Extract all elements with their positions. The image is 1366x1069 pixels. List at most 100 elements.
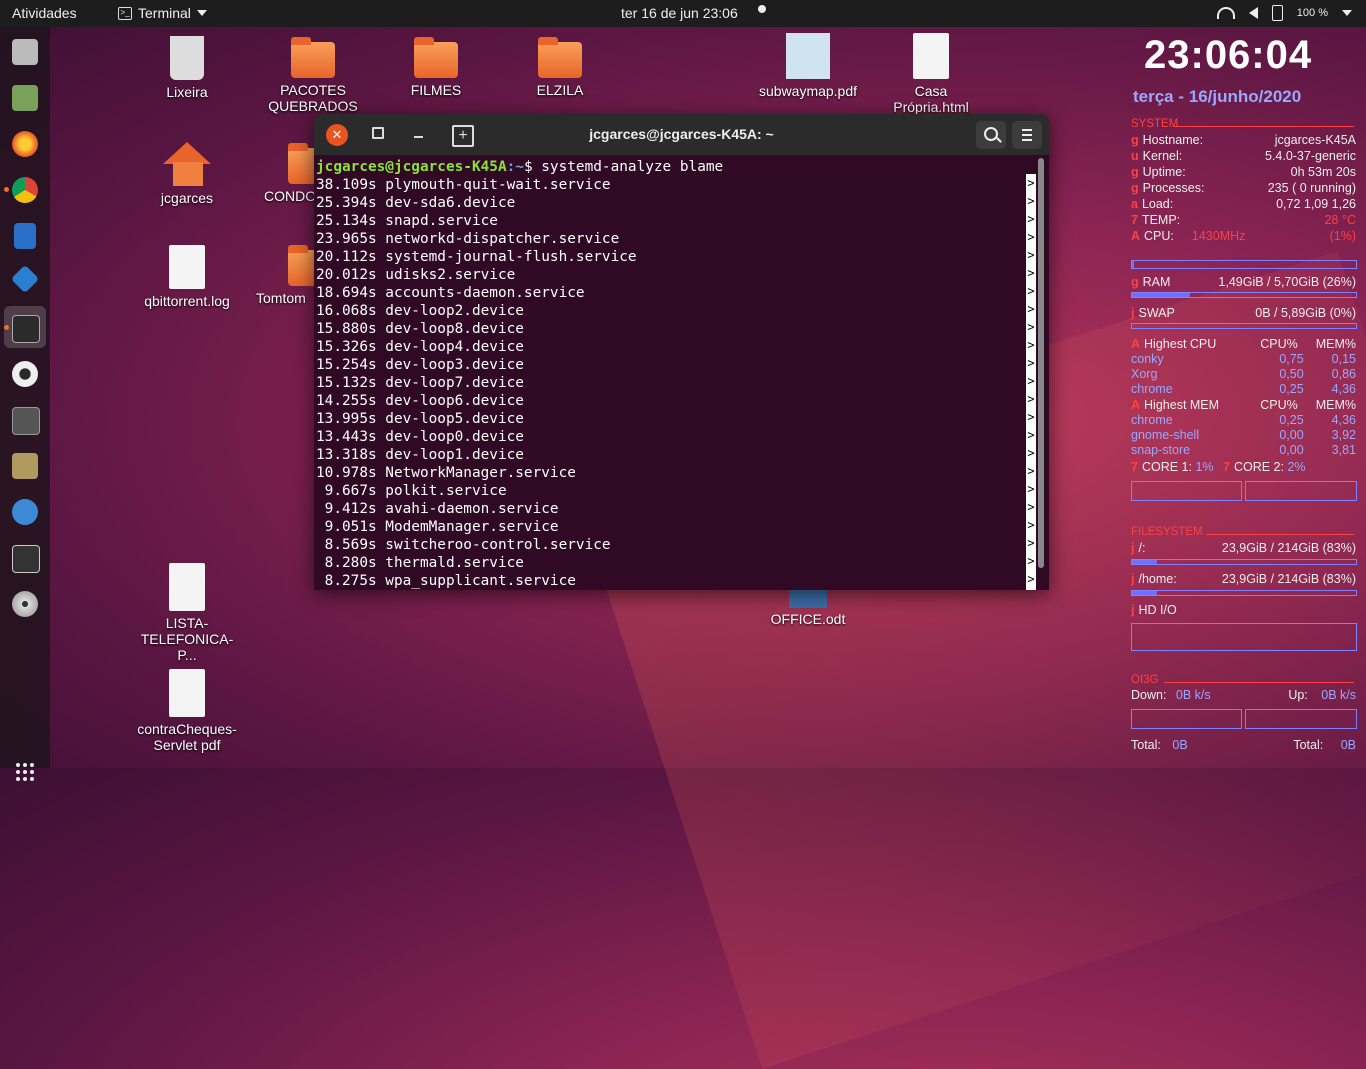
desktop-icon-filmes[interactable]: FILMES — [381, 37, 491, 98]
row-cpu: A CPU: 1430MHz (1%) — [1131, 229, 1356, 243]
prompt-path: :~ — [506, 159, 524, 175]
desktop-icon-label: contraCheques-Servlet pdf — [137, 721, 237, 753]
window-title: jcgarces@jcgarces-K45A: ~ — [589, 126, 774, 142]
firefox-icon[interactable] — [12, 131, 38, 157]
output-line: 20.112s systemd-journal-flush.service — [316, 249, 637, 265]
chevron-down-icon — [196, 10, 207, 16]
output-lines: 38.109s plymouth-quit-wait.service 25.39… — [316, 177, 637, 589]
row-highest-mem-header: A Highest MEM CPU% MEM% — [1131, 398, 1356, 412]
output-line: 8.275s wpa_supplicant.service — [316, 573, 576, 589]
output-line: 23.965s networkd-dispatcher.service — [316, 231, 620, 247]
row-highest-cpu-header: A Highest CPU CPU% MEM% — [1131, 337, 1356, 351]
output-line: 8.569s switcheroo-control.service — [316, 537, 611, 553]
desktop-icon-contracheques[interactable]: contraCheques-Servlet pdf — [132, 669, 242, 753]
desktop-icon-pacotes[interactable]: PACOTES QUEBRADOS — [258, 37, 368, 114]
output-line: 18.694s accounts-daemon.service — [316, 285, 585, 301]
clock-button[interactable]: ter 16 de jun 23:06 — [621, 5, 738, 21]
battery-icon — [1271, 5, 1283, 21]
desktop-icon-lista-telefonica[interactable]: LISTA-TELEFONICA-P... — [132, 563, 242, 663]
qbittorrent-icon[interactable] — [12, 499, 38, 525]
process-row: gnome-shell 0,00 3,92 — [1131, 428, 1356, 442]
process-row: Xorg 0,50 0,86 — [1131, 367, 1356, 381]
activities-button[interactable]: Atividades — [12, 5, 77, 21]
show-applications-grid-icon[interactable] — [16, 763, 34, 781]
desktop-icon-qbittorrent-log[interactable]: qbittorrent.log — [132, 245, 242, 309]
hd-io-graph — [1131, 623, 1357, 651]
section-network: OI3G — [1131, 674, 1159, 686]
output-line: 16.068s dev-loop2.device — [316, 303, 524, 319]
terminal-icon: >_ — [118, 6, 132, 20]
desktop-icon-subwaymap[interactable]: subwaymap.pdf — [753, 33, 863, 99]
output-line: 10.978s NetworkManager.service — [316, 465, 576, 481]
screenshot-tool-icon[interactable] — [12, 407, 40, 435]
output-line: 9.667s polkit.service — [316, 483, 507, 499]
row-load: a Load: 0,72 1,09 1,26 — [1131, 197, 1356, 211]
row-hostname: g Hostname: jcgarces-K45A — [1131, 133, 1356, 147]
top-bar: Atividades >_ Terminal ter 16 de jun 23:… — [0, 0, 1366, 27]
terminal-dock-icon[interactable] — [12, 315, 40, 343]
prompt-command: $ systemd-analyze blame — [523, 159, 724, 175]
menu-button[interactable] — [1012, 121, 1042, 149]
row-net-total: Total: 0B Total: 0B — [1131, 738, 1356, 752]
disks-icon[interactable] — [12, 85, 38, 111]
chrome-icon[interactable] — [12, 177, 38, 203]
terminal-output[interactable]: jcgarces@jcgarces-K45A:~$ systemd-analyz… — [316, 158, 1028, 590]
desktop-icon-casa-propria[interactable]: Casa Própria.html — [876, 33, 986, 115]
settings-gear-icon[interactable] — [12, 361, 38, 387]
document-icon — [169, 669, 205, 717]
desktop-icon-label: Tomtom — [256, 290, 306, 306]
document-icon — [169, 563, 205, 611]
output-line: 15.880s dev-loop8.device — [316, 321, 524, 337]
system-tray[interactable]: 100 % — [1216, 5, 1352, 21]
desktop-icon-label: CONDO — [264, 188, 317, 204]
truncation-markers: > > > > > > > > > > > > > > > > > > > > > > > — [1026, 174, 1036, 590]
terminal-window[interactable]: ✕ + jcgarces@jcgarces-K45A: ~ jcgarces@j… — [314, 114, 1049, 590]
search-button[interactable] — [976, 121, 1006, 149]
row-cores: 7 CORE 1: 1% 7 CORE 2: 2% — [1131, 460, 1306, 474]
output-line: 14.255s dev-loop6.device — [316, 393, 524, 409]
notification-dot-icon — [758, 5, 766, 13]
row-home-fs: j/home: 23,9GiB / 214GiB (83%) — [1131, 572, 1356, 586]
row-uptime: g Uptime: 0h 53m 20s — [1131, 165, 1356, 179]
download-graph — [1131, 709, 1242, 729]
volume-icon — [1248, 7, 1258, 19]
archive-manager-icon[interactable] — [12, 453, 38, 479]
desktop-icon-lixeira[interactable]: Lixeira — [132, 36, 242, 100]
output-line: 9.051s ModemManager.service — [316, 519, 559, 535]
row-root-fs: j/: 23,9GiB / 214GiB (83%) — [1131, 541, 1356, 555]
folder-icon — [291, 37, 335, 78]
desktop-icon-label: jcgarces — [160, 190, 214, 206]
hamburger-icon — [1022, 129, 1032, 131]
desktop-icon-office-odt[interactable]: OFFICE.odt — [753, 584, 863, 627]
output-line: 15.132s dev-loop7.device — [316, 375, 524, 391]
desktop-icon-label: FILMES — [410, 82, 462, 98]
divider — [1164, 682, 1354, 683]
running-indicator — [4, 187, 9, 192]
terminal-scrollbar[interactable] — [1038, 158, 1044, 568]
video-editor-icon[interactable] — [12, 545, 40, 573]
chevron-down-icon — [1342, 10, 1352, 16]
conky-time: 23:06:04 — [1144, 33, 1313, 77]
xojo-icon[interactable] — [10, 264, 40, 294]
terminal-headerbar[interactable]: ✕ + jcgarces@jcgarces-K45A: ~ — [314, 114, 1049, 155]
row-temp: 7 TEMP: 28 °C — [1131, 213, 1356, 227]
process-row: conky 0,75 0,15 — [1131, 352, 1356, 366]
output-line: 15.254s dev-loop3.device — [316, 357, 524, 373]
core1-graph — [1131, 481, 1242, 501]
disc-icon[interactable] — [12, 591, 38, 617]
section-filesystem: FILESYSTEM — [1131, 526, 1203, 538]
desktop-icon-elzila[interactable]: ELZILA — [505, 37, 615, 98]
core2-graph — [1245, 481, 1357, 501]
process-row: chrome 0,25 4,36 — [1131, 413, 1356, 427]
output-line: 20.012s udisks2.service — [316, 267, 516, 283]
app-menu-button[interactable]: >_ Terminal — [118, 5, 207, 21]
libreoffice-writer-icon[interactable] — [14, 223, 36, 249]
desktop-icon-label: Casa Própria.html — [893, 83, 969, 115]
desktop-icon-label: LISTA-TELEFONICA-P... — [140, 615, 234, 663]
desktop-icon-label: subwaymap.pdf — [758, 83, 858, 99]
files-drawer-icon[interactable] — [12, 39, 38, 65]
conky-date: terça - 16/junho/2020 — [1133, 87, 1302, 106]
running-indicator — [4, 325, 9, 330]
desktop-icon-jcgarces[interactable]: jcgarces — [132, 142, 242, 206]
text-file-icon — [169, 245, 205, 289]
